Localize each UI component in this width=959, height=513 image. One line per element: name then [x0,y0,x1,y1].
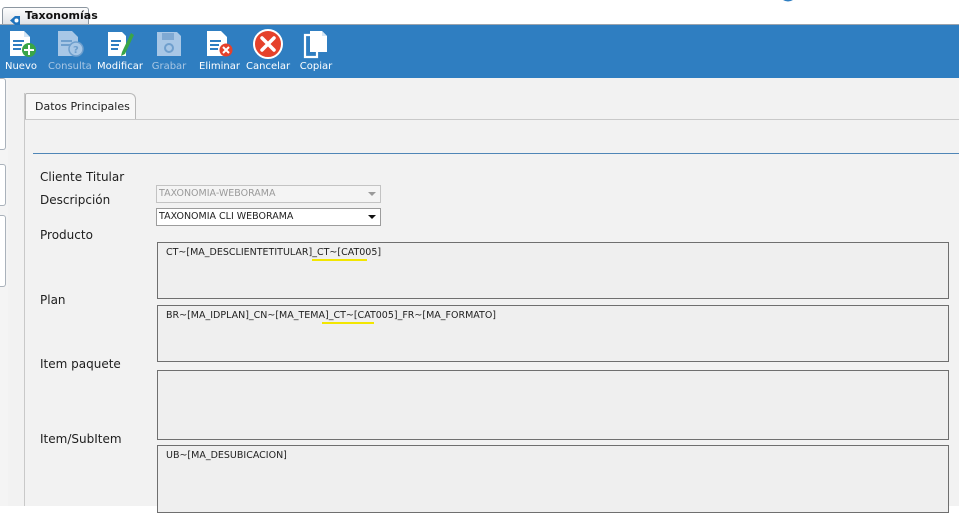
modify-button-label: Modificar [97,61,143,72]
section-accent-rule [33,153,959,154]
save-button[interactable]: Grabar [151,25,187,78]
edit-document-icon [104,28,136,60]
tab-datos-principales[interactable]: Datos Principales [25,93,136,119]
left-collapse-rail [0,78,8,506]
window-tab-taxonomias[interactable]: Taxonomías [2,7,98,25]
cancel-button[interactable]: Cancelar [246,25,290,78]
plan-field[interactable]: BR~[MA_IDPLAN]_CN~[MA_TEMA]_CT~[CAT005]_… [157,305,949,362]
content-area: Datos Principales Cliente Titular TAXONO… [0,78,959,513]
svg-text:?: ? [73,45,79,56]
cancel-button-label: Cancelar [246,61,291,72]
plan-value: BR~[MA_IDPLAN]_CN~[MA_TEMA]_CT~[CAT005]_… [166,310,497,321]
copy-button-label: Copiar [299,61,333,72]
query-button[interactable]: ? Consulta [48,25,92,78]
item-subitem-label: Item/SubItem [40,432,122,446]
plan-label: Plan [40,293,66,307]
rail-handle[interactable] [0,78,6,150]
query-button-label: Consulta [48,61,92,72]
window-tab-label: Taxonomías [25,9,98,22]
descripcion-select[interactable]: TAXONOMIA CLI WEBORAMA [156,208,381,226]
new-document-icon [6,28,38,60]
new-button[interactable]: Nuevo [4,25,38,78]
modify-button[interactable]: Modificar [97,25,143,78]
save-disk-icon [153,28,185,60]
chevron-down-icon [368,215,376,219]
item-subitem-field[interactable]: UB~[MA_DESUBICACION] [157,445,949,513]
query-document-icon: ? [53,28,85,60]
cliente-titular-value: TAXONOMIA-WEBORAMA [159,188,276,199]
window-tab-strip: Taxonomías [0,0,959,25]
item-paquete-field[interactable] [157,370,949,440]
producto-value: CT~[MA_DESCLIENTETITULAR]_CT~[CAT005] [166,247,382,258]
copy-button[interactable]: Copiar [298,25,334,78]
item-paquete-label: Item paquete [40,357,121,371]
form-panel: Datos Principales Cliente Titular TAXONO… [24,93,959,513]
copy-icon [300,28,332,60]
rail-handle[interactable] [0,164,6,206]
main-toolbar: Nuevo ? Consulta Modificar Grabar Elimin… [0,25,959,78]
chevron-down-icon [368,192,376,196]
partial-corner-icon [783,0,793,2]
producto-label: Producto [40,228,93,242]
highlight-mark [322,322,374,324]
cancel-icon [252,28,284,60]
descripcion-value: TAXONOMIA CLI WEBORAMA [159,211,294,222]
item-subitem-value: UB~[MA_DESUBICACION] [166,450,287,461]
tab-divider [25,119,959,120]
delete-button-label: Eliminar [199,61,240,72]
delete-document-icon [203,28,235,60]
cliente-titular-select: TAXONOMIA-WEBORAMA [156,185,381,203]
save-button-label: Grabar [151,61,187,72]
descripcion-label: Descripción [40,193,111,207]
producto-field[interactable]: CT~[MA_DESCLIENTETITULAR]_CT~[CAT005] [157,242,949,299]
highlight-mark [312,259,367,261]
delete-button[interactable]: Eliminar [199,25,240,78]
cliente-titular-label: Cliente Titular [40,170,125,184]
rail-handle[interactable] [0,215,6,287]
new-button-label: Nuevo [4,61,37,72]
